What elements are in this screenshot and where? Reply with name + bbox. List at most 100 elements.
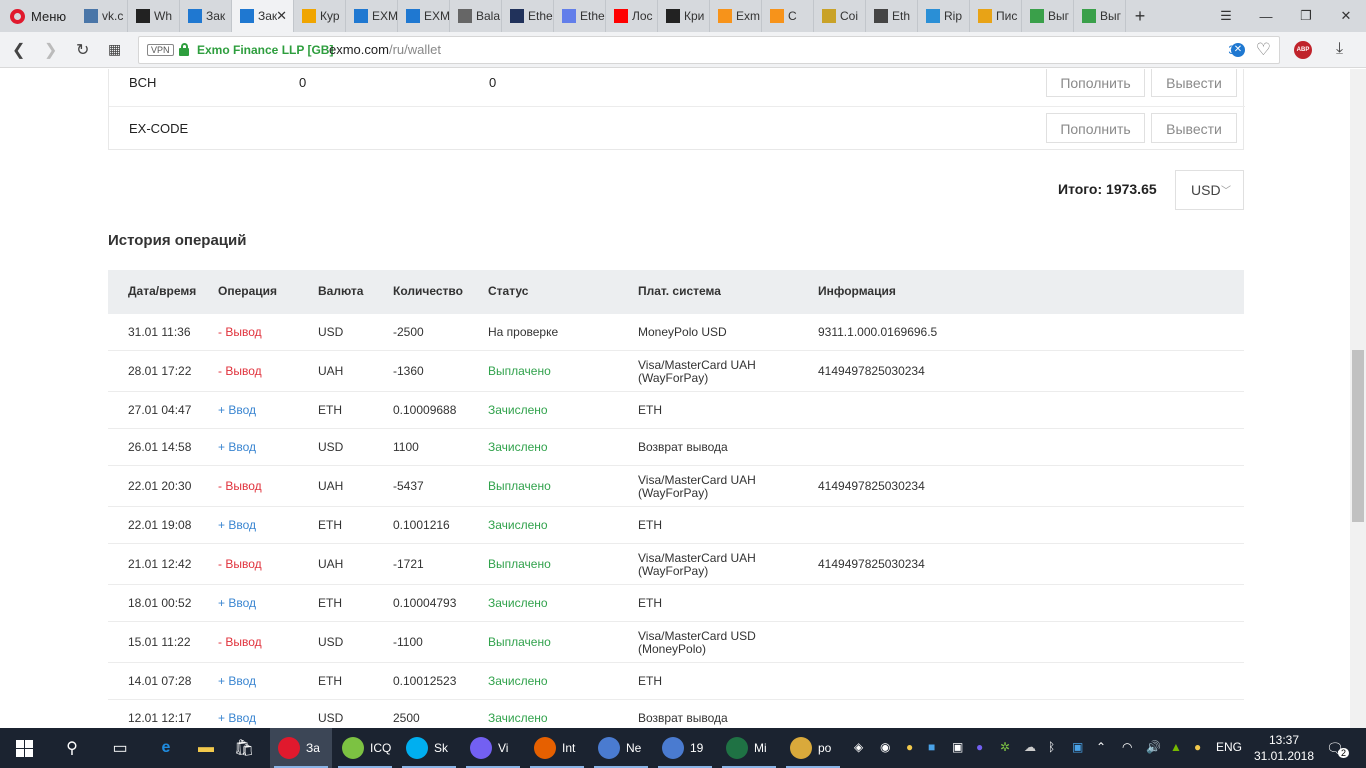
tray-network-icon[interactable]: ▣ [952, 740, 963, 754]
browser-tab[interactable]: Выг [1074, 0, 1126, 32]
browser-tab[interactable]: Exm [710, 0, 762, 32]
tray-notification-icon[interactable]: ● [906, 740, 913, 754]
browser-tab[interactable]: EXM [398, 0, 450, 32]
taskbar-app[interactable]: po [782, 728, 844, 768]
minimize-button[interactable]: — [1246, 0, 1286, 32]
browser-tab[interactable]: EXM [346, 0, 398, 32]
browser-tab[interactable]: Ethe [502, 0, 554, 32]
speed-dial-icon[interactable]: ▦ [108, 41, 121, 58]
task-view-icon[interactable]: ▭ [108, 736, 132, 760]
deposit-button[interactable]: Пополнить [1046, 113, 1145, 143]
browser-tab[interactable]: Кри [658, 0, 710, 32]
tray-app-icon[interactable]: ▣ [1072, 740, 1083, 754]
taskbar-app-label: Vi [498, 741, 509, 755]
certificate-label[interactable]: Exmo Finance LLP [GB] [197, 43, 333, 57]
vpn-badge[interactable]: VPN [147, 44, 174, 56]
close-window-button[interactable]: ✕ [1326, 0, 1366, 32]
tray-chat-icon[interactable]: ■ [928, 740, 935, 754]
lock-icon[interactable] [179, 43, 189, 56]
back-icon[interactable]: ❮ [12, 40, 25, 60]
browser-tab[interactable]: Wh [128, 0, 180, 32]
browser-tab[interactable]: Зак ✕ [232, 0, 294, 32]
money-icon [1082, 9, 1096, 23]
withdraw-button[interactable]: Вывести [1151, 69, 1237, 97]
adblock-plus-icon[interactable]: ABP [1294, 41, 1312, 59]
scrollbar-thumb[interactable] [1352, 350, 1364, 522]
forward-icon[interactable]: ❯ [44, 40, 57, 60]
browser-tab[interactable]: Выг [1022, 0, 1074, 32]
withdraw-button[interactable]: Вывести [1151, 113, 1237, 143]
tray-app-icon[interactable]: ● [1194, 740, 1201, 754]
edge-icon[interactable]: e [154, 736, 178, 760]
total-currency-select[interactable]: USD ﹀ [1175, 170, 1244, 210]
close-tab-icon[interactable]: ✕ [276, 8, 287, 24]
ripple-icon [926, 9, 940, 23]
nvidia-icon[interactable]: ▲ [1170, 740, 1182, 754]
tray-viber-icon[interactable]: ● [976, 740, 983, 754]
file-explorer-icon[interactable]: ▬ [194, 736, 218, 760]
tray-expand-icon[interactable]: ⌃ [1096, 740, 1106, 754]
wallet-currency: EX-CODE [129, 121, 189, 136]
tray-shield-icon[interactable]: ◈ [854, 740, 863, 754]
youtube-icon [614, 9, 628, 23]
browser-tab[interactable]: Coi [814, 0, 866, 32]
browser-tab[interactable]: С [762, 0, 814, 32]
row-operation: + Ввод [218, 518, 256, 532]
browser-tab[interactable]: Ethe [554, 0, 606, 32]
browser-tab[interactable]: Лос [606, 0, 658, 32]
browser-tab[interactable]: Rip [918, 0, 970, 32]
deposit-button[interactable]: Пополнить [1046, 69, 1145, 97]
system-clock[interactable]: 13:37 31.01.2018 [1252, 732, 1316, 764]
reload-icon[interactable]: ↻ [76, 40, 89, 60]
tab-title: Лос [632, 9, 653, 23]
wifi-icon[interactable]: ◠ [1122, 740, 1132, 754]
new-tab-button[interactable]: + [1126, 6, 1154, 27]
language-indicator[interactable]: ENG [1216, 740, 1242, 754]
browser-tab[interactable]: Bala [450, 0, 502, 32]
taskbar-app[interactable]: Mi [718, 728, 780, 768]
row-date: 22.01 19:08 [128, 518, 192, 532]
row-status: Зачислено [488, 440, 548, 454]
download-icon[interactable]: ⤓ [1336, 40, 1343, 58]
address-bar[interactable]: VPN Exmo Finance LLP [GB] exmo.com/ru/wa… [138, 36, 1280, 64]
opera-menu-button[interactable]: Меню [0, 0, 76, 32]
selected-currency: USD [1191, 182, 1221, 198]
taskbar-app[interactable]: Int [526, 728, 588, 768]
opera-logo-icon [10, 8, 25, 24]
row-operation: - Вывод [218, 557, 262, 571]
store-icon[interactable]: 🛍 [232, 736, 256, 760]
browser-tab[interactable]: Зак [180, 0, 232, 32]
ad-block-badge-icon[interactable]: ✕ [1231, 43, 1245, 57]
taskbar-app[interactable]: 19 [654, 728, 716, 768]
browser-tab[interactable]: vk.c [76, 0, 128, 32]
history-table-header: Дата/время Операция Валюта Количество Статус… [108, 270, 1244, 314]
restore-button[interactable]: ❐ [1286, 0, 1326, 32]
volume-icon[interactable]: 🔊 [1146, 740, 1161, 754]
browser-tab[interactable]: Кур [294, 0, 346, 32]
row-date: 15.01 11:22 [128, 635, 191, 649]
taskbar-app[interactable]: ICQ [334, 728, 396, 768]
tab-title: Зак [206, 9, 226, 23]
tray-onedrive-icon[interactable]: ☁ [1024, 740, 1036, 754]
windows-start-icon[interactable] [16, 740, 33, 757]
icq-icon [342, 737, 364, 759]
taskbar-app[interactable]: Vi [462, 728, 524, 768]
row-status: На проверке [488, 325, 559, 339]
row-amount: 0.10009688 [393, 403, 457, 417]
url-text[interactable]: exmo.com/ru/wallet [329, 42, 441, 57]
row-currency: USD [318, 635, 344, 649]
bc-icon [666, 9, 680, 23]
bookmark-heart-icon[interactable]: ♡ [1256, 40, 1271, 60]
search-icon[interactable]: ⚲ [60, 736, 84, 760]
taskbar-app[interactable]: За [270, 728, 332, 768]
table-row: 14.01 07:28 + Ввод ETH 0.10012523 Зачислено E… [108, 663, 1244, 700]
tray-icq-icon[interactable]: ✲ [1000, 740, 1010, 754]
tray-icon[interactable]: ◉ [880, 740, 890, 754]
tab-title: Кри [684, 9, 705, 23]
taskbar-app[interactable]: Sk [398, 728, 460, 768]
tray-bluetooth-icon[interactable]: ᛒ [1048, 740, 1055, 754]
browser-tab[interactable]: Eth [866, 0, 918, 32]
browser-tab[interactable]: Пис [970, 0, 1022, 32]
taskbar-app[interactable]: Ne [590, 728, 652, 768]
tab-menu-icon[interactable]: ☰ [1206, 0, 1246, 32]
